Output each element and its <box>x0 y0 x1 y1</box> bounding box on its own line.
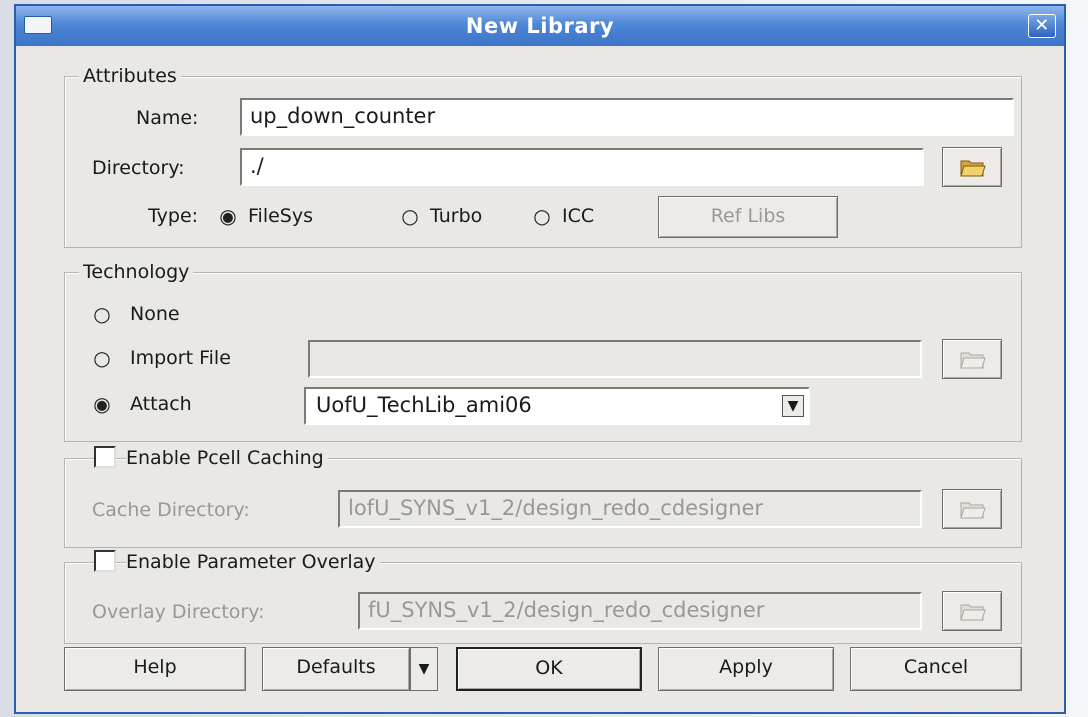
technology-attach-radio[interactable]: ◉ <box>92 394 112 414</box>
cache-directory-field[interactable]: lofU_SYNS_v1_2/design_redo_cdesigner <box>338 490 922 528</box>
technology-import-label: Import File <box>130 347 231 369</box>
dialog-title: New Library <box>465 14 615 38</box>
technology-none-label: None <box>130 303 180 325</box>
cache-directory-label: Cache Directory: <box>92 499 250 521</box>
folder-open-icon <box>960 502 986 519</box>
import-file-browse-button[interactable] <box>942 339 1002 379</box>
folder-open-icon <box>960 604 986 621</box>
help-button[interactable]: Help <box>64 647 246 691</box>
type-filesys-label: FileSys <box>248 205 313 227</box>
technology-attach-label: Attach <box>130 393 192 415</box>
import-file-field[interactable] <box>308 340 922 378</box>
name-field[interactable]: up_down_counter <box>240 98 1014 136</box>
folder-open-icon <box>960 352 986 369</box>
enable-pcell-caching-label: Enable Pcell Caching <box>126 446 328 470</box>
attributes-legend: Attributes <box>79 64 181 88</box>
attach-library-value: UofU_TechLib_ami06 <box>316 393 532 417</box>
type-icc-radio[interactable]: ○ <box>532 206 552 226</box>
ok-button[interactable]: OK <box>456 647 642 691</box>
type-turbo-radio[interactable]: ○ <box>400 206 420 226</box>
attach-library-select[interactable]: UofU_TechLib_ami06 ▼ <box>304 387 810 425</box>
type-filesys-radio[interactable]: ◉ <box>218 206 238 226</box>
defaults-button[interactable]: Defaults <box>262 647 410 691</box>
enable-parameter-overlay-checkbox[interactable] <box>94 550 116 572</box>
overlay-directory-label: Overlay Directory: <box>92 601 265 623</box>
apply-button[interactable]: Apply <box>658 647 834 691</box>
chevron-down-icon[interactable]: ▼ <box>782 395 804 417</box>
new-library-dialog: New Library ✕ Attributes Name: up_down_c… <box>14 4 1066 714</box>
cache-directory-browse-button[interactable] <box>942 489 1002 529</box>
type-label: Type: <box>148 205 199 227</box>
type-turbo-label: Turbo <box>430 205 483 227</box>
chevron-down-icon[interactable]: ▼ <box>410 647 438 691</box>
enable-pcell-caching-checkbox[interactable] <box>94 446 116 468</box>
technology-none-radio[interactable]: ○ <box>92 304 112 324</box>
title-bar[interactable]: New Library ✕ <box>16 6 1064 46</box>
type-icc-label: ICC <box>562 205 595 227</box>
name-label: Name: <box>136 107 199 129</box>
close-icon[interactable]: ✕ <box>1028 14 1056 38</box>
ref-libs-button[interactable]: Ref Libs <box>658 196 838 238</box>
overlay-directory-browse-button[interactable] <box>942 591 1002 631</box>
window-menu-icon[interactable] <box>24 16 52 34</box>
enable-parameter-overlay-label: Enable Parameter Overlay <box>126 550 380 574</box>
overlay-directory-field[interactable]: fU_SYNS_v1_2/design_redo_cdesigner <box>358 592 922 630</box>
technology-import-radio[interactable]: ○ <box>92 348 112 368</box>
directory-field[interactable]: ./ <box>240 148 924 186</box>
technology-legend: Technology <box>79 260 194 284</box>
folder-open-icon <box>960 160 986 177</box>
cancel-button[interactable]: Cancel <box>850 647 1022 691</box>
directory-browse-button[interactable] <box>942 147 1002 187</box>
directory-label: Directory: <box>92 157 185 179</box>
